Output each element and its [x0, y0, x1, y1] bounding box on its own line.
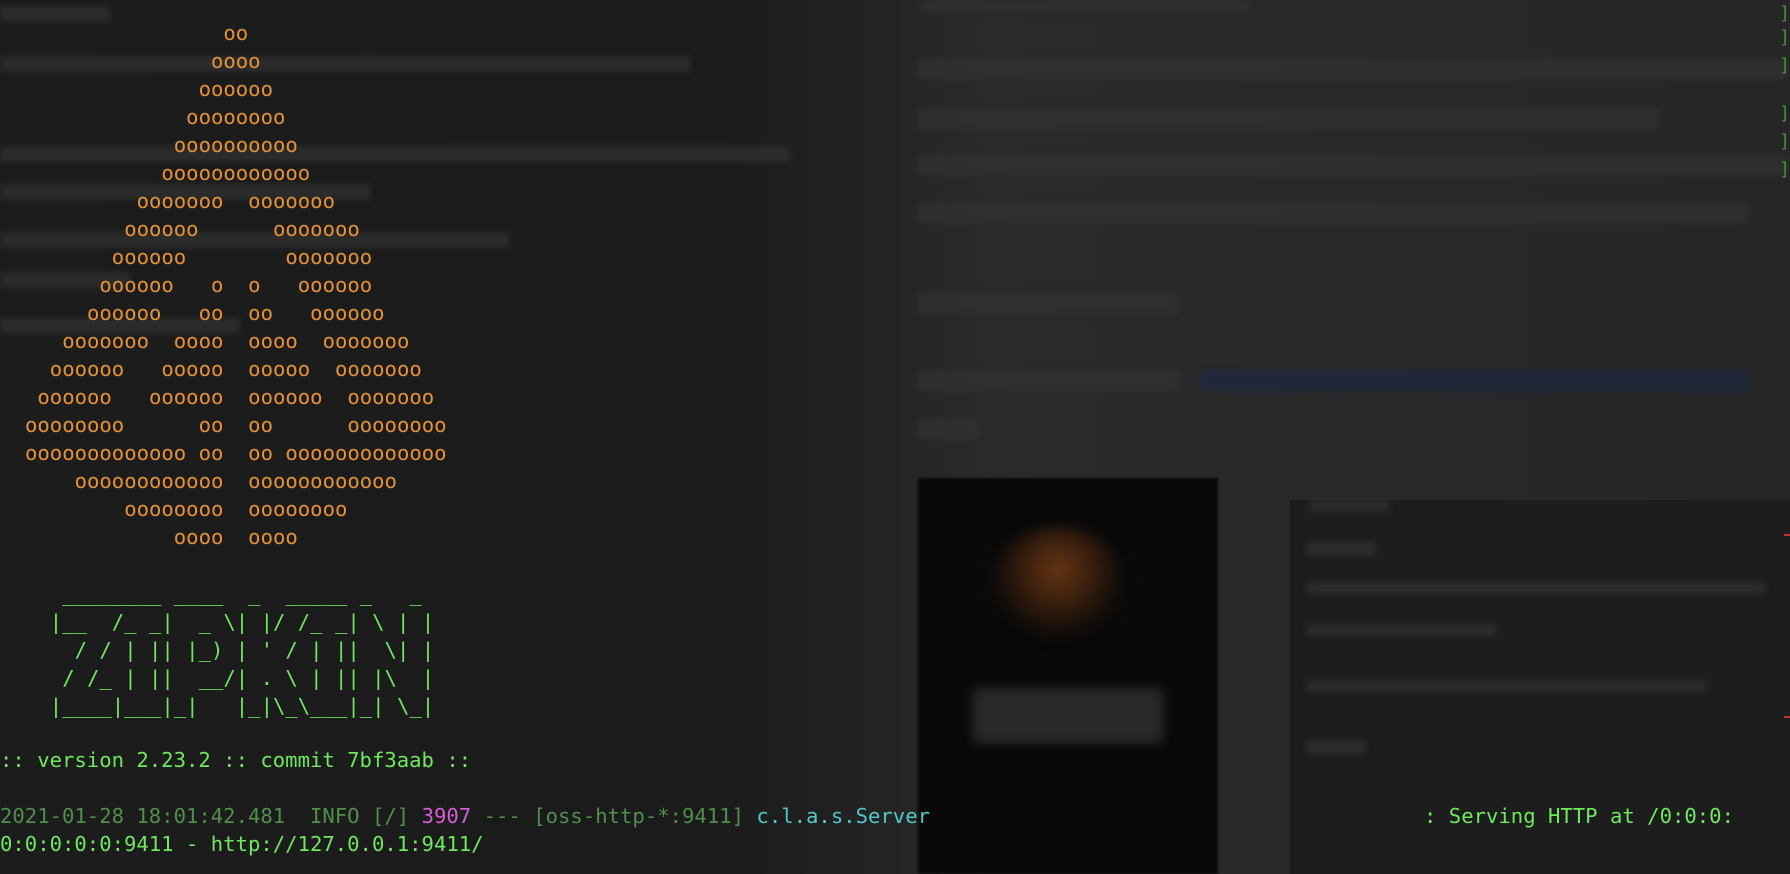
log-timestamp: 2021-01-28 18:01:42.481: [0, 804, 286, 828]
log-separator: ---: [483, 804, 521, 828]
terminal-output: oo oooo oooooo oooooooo oooooooooo ooooo…: [0, 0, 1790, 874]
zipkin-ascii-wordmark: ________ ____ _ _____ _ _ |__ /_ _| _ \|…: [49, 582, 435, 718]
log-message: : Serving HTTP at /0:0:0:: [1424, 804, 1734, 828]
log-thread: [oss-http-*:9411]: [533, 804, 745, 828]
version-line: :: version 2.23.2 :: commit 7bf3aab ::: [0, 748, 472, 772]
zipkin-ascii-logo: oo oooo oooooo oooooooo oooooooooo ooooo…: [25, 21, 447, 549]
log-logger: c.l.a.s.Server: [756, 804, 931, 828]
log-level: INFO: [309, 804, 360, 828]
log-context: [/]: [372, 804, 410, 828]
log-pid: 3907: [421, 804, 472, 828]
log-message-continuation: 0:0:0:0:0:9411 - http://127.0.0.1:9411/: [0, 832, 484, 856]
